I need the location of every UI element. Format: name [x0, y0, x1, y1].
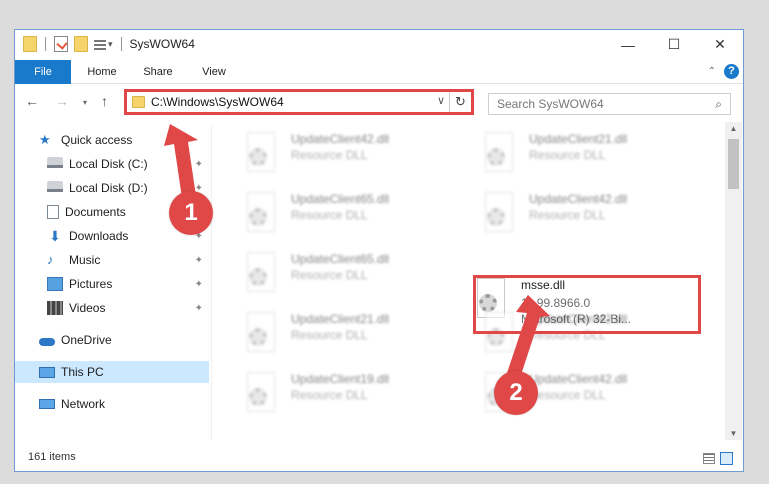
step-badge-2: 2 — [494, 371, 538, 415]
arrow-1 — [164, 124, 198, 198]
annotation-arrows — [164, 124, 550, 384]
step-badge-1: 1 — [169, 191, 213, 235]
